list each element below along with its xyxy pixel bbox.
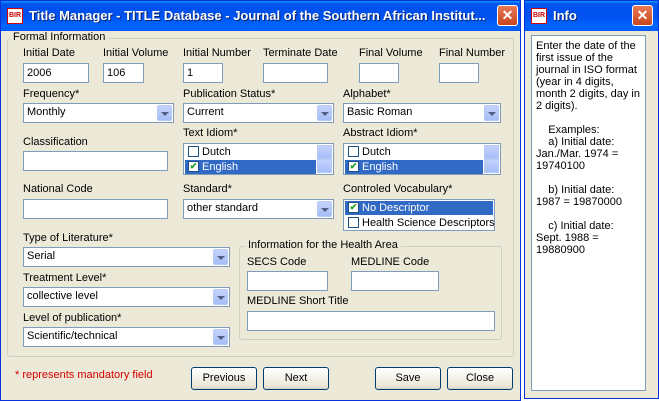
formal-information-title: Formal Information (10, 31, 109, 43)
abstract-idiom-label: Abstract Idiom* (343, 127, 418, 139)
frequency-label: Frequency* (23, 88, 80, 100)
close-button[interactable]: Close (447, 367, 513, 390)
text-idiom-item-english[interactable]: ✔ English (185, 160, 316, 174)
secs-code-field[interactable] (247, 271, 328, 291)
chevron-down-icon[interactable] (213, 329, 228, 345)
info-titlebar[interactable]: BIR Info ✕ (525, 1, 658, 31)
text-idiom-item-dutch[interactable]: Dutch (185, 145, 316, 159)
frequency-value: Monthly (27, 106, 66, 118)
alphabet-value: Basic Roman (347, 106, 413, 118)
secs-code-label: SECS Code (247, 256, 307, 268)
title-manager-window: BIR Title Manager - TITLE Database - Jou… (0, 0, 521, 401)
terminate-date-field[interactable] (263, 63, 328, 83)
classification-field[interactable] (23, 151, 168, 171)
controlled-vocab-item-label: No Descriptor (362, 202, 430, 214)
type-of-literature-label: Type of Literature* (23, 232, 113, 244)
checkbox-unchecked-icon[interactable] (348, 217, 359, 228)
main-titlebar[interactable]: BIR Title Manager - TITLE Database - Jou… (1, 1, 520, 31)
terminate-date-label: Terminate Date (263, 47, 338, 59)
checkbox-checked-icon[interactable]: ✔ (348, 161, 359, 172)
initial-volume-field[interactable]: 106 (103, 63, 144, 83)
abstract-idiom-item-dutch[interactable]: Dutch (345, 145, 483, 159)
publication-status-label: Publication Status* (183, 88, 276, 100)
national-code-field[interactable] (23, 199, 168, 219)
level-of-publication-label: Level of publication* (23, 312, 122, 324)
type-of-literature-value: Serial (27, 250, 56, 262)
info-window-title: Info (553, 8, 577, 23)
scroll-down-button[interactable] (484, 159, 499, 173)
medline-code-field[interactable] (351, 271, 439, 291)
publication-status-dropdown[interactable]: Current (183, 103, 334, 123)
info-window: BIR Info ✕ Enter the date of the first i… (524, 0, 659, 399)
text-idiom-list[interactable]: Dutch ✔ English (183, 143, 334, 175)
bireme-logo-icon: BIR (531, 8, 547, 24)
save-button[interactable]: Save (375, 367, 441, 390)
initial-date-field[interactable]: 2006 (23, 63, 89, 83)
info-text: Enter the date of the first issue of the… (531, 35, 646, 391)
level-of-publication-dropdown[interactable]: Scientific/technical (23, 327, 230, 347)
abstract-idiom-item-english[interactable]: ✔ English (345, 160, 483, 174)
health-area-title: Information for the Health Area (245, 239, 401, 251)
standard-label: Standard* (183, 183, 232, 195)
standard-value: other standard (187, 202, 258, 214)
previous-button[interactable]: Previous (191, 367, 257, 390)
initial-date-label: Initial Date (23, 47, 75, 59)
close-info-button[interactable]: ✕ (632, 5, 653, 26)
checkbox-unchecked-icon[interactable] (348, 146, 359, 157)
treatment-level-dropdown[interactable]: collective level (23, 287, 230, 307)
controlled-vocab-item-no-descriptor[interactable]: ✔ No Descriptor (345, 201, 493, 215)
abstract-idiom-item-label: Dutch (362, 146, 391, 158)
medline-short-title-label: MEDLINE Short Title (247, 295, 349, 307)
controlled-vocab-item-health-science[interactable]: Health Science Descriptors (345, 216, 495, 230)
abstract-idiom-list[interactable]: Dutch ✔ English (343, 143, 501, 175)
close-window-button[interactable]: ✕ (497, 5, 518, 26)
controlled-vocabulary-label: Controled Vocabulary* (343, 183, 453, 195)
scroll-up-button[interactable] (317, 145, 332, 159)
initial-number-label: Initial Number (183, 47, 251, 59)
medline-short-title-field[interactable] (247, 311, 495, 331)
chevron-down-icon[interactable] (317, 105, 332, 121)
level-of-publication-value: Scientific/technical (27, 330, 118, 342)
next-button[interactable]: Next (263, 367, 329, 390)
final-volume-label: Final Volume (359, 47, 423, 59)
scroll-down-button[interactable] (317, 159, 332, 173)
chevron-down-icon[interactable] (484, 105, 499, 121)
treatment-level-label: Treatment Level* (23, 272, 107, 284)
final-number-field[interactable] (439, 63, 479, 83)
mandatory-field-note: * represents mandatory field (15, 369, 153, 381)
text-idiom-item-label: English (202, 161, 239, 173)
chevron-down-icon[interactable] (157, 105, 172, 121)
initial-number-field[interactable]: 1 (183, 63, 223, 83)
chevron-down-icon[interactable] (213, 289, 228, 305)
window-title: Title Manager - TITLE Database - Journal… (29, 8, 486, 23)
chevron-down-icon[interactable] (213, 249, 228, 265)
scroll-up-button[interactable] (484, 145, 499, 159)
checkbox-checked-icon[interactable]: ✔ (188, 161, 199, 172)
initial-volume-label: Initial Volume (103, 47, 169, 59)
national-code-label: National Code (23, 183, 93, 195)
standard-dropdown[interactable]: other standard (183, 199, 334, 219)
medline-code-label: MEDLINE Code (351, 256, 430, 268)
final-volume-field[interactable] (359, 63, 399, 83)
treatment-level-value: collective level (27, 290, 98, 302)
checkbox-checked-icon[interactable]: ✔ (348, 202, 359, 213)
text-idiom-label: Text Idiom* (183, 127, 238, 139)
text-idiom-item-label: Dutch (202, 146, 231, 158)
publication-status-value: Current (187, 106, 224, 118)
controlled-vocab-item-label: Health Science Descriptors (362, 217, 495, 229)
alphabet-dropdown[interactable]: Basic Roman (343, 103, 501, 123)
checkbox-unchecked-icon[interactable] (188, 146, 199, 157)
final-number-label: Final Number (439, 47, 506, 59)
frequency-dropdown[interactable]: Monthly (23, 103, 174, 123)
type-of-literature-dropdown[interactable]: Serial (23, 247, 230, 267)
abstract-idiom-item-label: English (362, 161, 399, 173)
bireme-logo-icon: BIR (7, 8, 23, 24)
controlled-vocabulary-list[interactable]: ✔ No Descriptor Health Science Descripto… (343, 199, 495, 231)
chevron-down-icon[interactable] (317, 201, 332, 217)
classification-label: Classification (23, 136, 88, 148)
alphabet-label: Alphabet* (343, 88, 391, 100)
